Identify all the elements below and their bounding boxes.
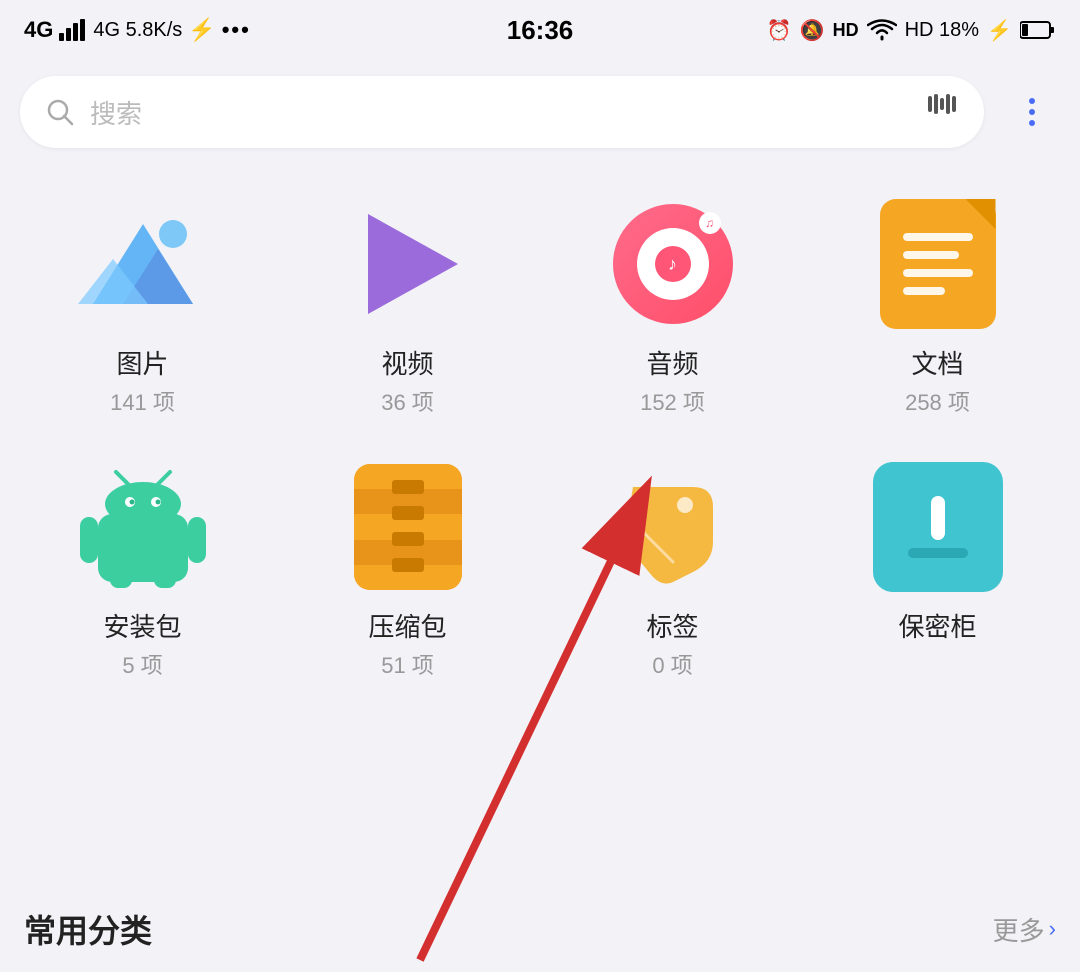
zip-icon — [354, 464, 462, 590]
grid-item-apk[interactable]: 安装包 5 项 — [20, 457, 265, 680]
zip-icon-wrapper — [338, 457, 478, 597]
audio-badge: ♫ — [699, 212, 721, 234]
battery-icon — [1020, 20, 1056, 40]
search-icon — [44, 96, 76, 128]
signal-bars-icon — [59, 19, 87, 41]
doc-line-1 — [903, 233, 973, 241]
video-count: 36 项 — [381, 385, 434, 417]
photo-count: 141 项 — [110, 385, 175, 417]
zip-count: 51 项 — [381, 648, 434, 680]
safe-bar — [931, 496, 945, 540]
status-time: 16:36 — [507, 15, 574, 46]
audio-icon: ♪ ♫ — [613, 204, 733, 324]
tag-label: 标签 — [646, 607, 698, 644]
more-label: 更多 — [993, 911, 1045, 948]
status-right: ⏰ 🔕 HD HD 18% ⚡ — [767, 18, 1056, 43]
bottom-section: 常用分类 更多 › — [0, 876, 1080, 972]
grid-item-photo[interactable]: 图片 141 项 — [20, 194, 265, 417]
doc-corner — [966, 199, 996, 229]
safe-label: 保密柜 — [898, 607, 976, 644]
audio-inner-ring: ♪ — [637, 228, 709, 300]
doc-line-3 — [903, 269, 973, 277]
search-placeholder-text: 搜索 — [90, 94, 910, 131]
doc-icon — [880, 199, 996, 329]
doc-line-2 — [903, 251, 959, 259]
photo-icon — [73, 204, 213, 324]
dots-status: ••• — [222, 17, 251, 43]
video-icon — [348, 204, 468, 324]
audio-icon-wrapper: ♪ ♫ — [603, 194, 743, 334]
grid-item-zip[interactable]: 压缩包 51 项 — [285, 457, 530, 680]
photo-label: 图片 — [116, 344, 168, 381]
section-title: 常用分类 — [24, 906, 152, 952]
apk-icon-wrapper — [73, 457, 213, 597]
doc-lines — [903, 233, 973, 295]
usb-icon: ⚡ — [188, 17, 215, 43]
grid-item-audio[interactable]: ♪ ♫ 音频 152 项 — [550, 194, 795, 417]
doc-label: 文档 — [911, 344, 963, 381]
safe-icon — [873, 462, 1003, 592]
chevron-right-icon: › — [1049, 916, 1056, 942]
doc-line-4 — [903, 287, 945, 295]
battery-percent: HD 18% — [905, 19, 979, 42]
audio-count: 152 项 — [640, 385, 705, 417]
safe-icon-wrapper — [868, 457, 1008, 597]
three-dots-icon — [1029, 98, 1035, 126]
grid-item-doc[interactable]: 文档 258 项 — [815, 194, 1060, 417]
audio-label: 音频 — [646, 344, 698, 381]
grid-container: 图片 141 项 视频 36 项 ♪ — [20, 194, 1060, 680]
apk-count: 5 项 — [122, 648, 162, 680]
apk-label: 安装包 — [103, 607, 181, 644]
audio-center: ♪ — [655, 246, 691, 282]
signal-icon: 4G — [24, 17, 53, 43]
doc-count: 258 项 — [905, 385, 970, 417]
wifi-icon — [867, 19, 897, 41]
more-link[interactable]: 更多 › — [993, 911, 1056, 948]
tag-icon — [613, 467, 733, 587]
safe-base — [908, 548, 968, 558]
status-left: 4G 4G 5.8K/s ⚡ ••• — [24, 17, 251, 43]
lightning-icon: ⚡ — [987, 18, 1012, 43]
tag-icon-wrapper — [603, 457, 743, 597]
search-bar[interactable]: 搜索 — [20, 76, 984, 148]
status-bar: 4G 4G 5.8K/s ⚡ ••• 16:36 ⏰ 🔕 HD HD 18% ⚡ — [0, 0, 1080, 60]
grid-item-safe[interactable]: 保密柜 — [815, 457, 1060, 680]
speed-indicator: 4G 5.8K/s — [93, 19, 182, 42]
zip-label: 压缩包 — [368, 607, 446, 644]
photo-icon-wrapper — [73, 194, 213, 334]
doc-icon-wrapper — [868, 194, 1008, 334]
grid-item-tag[interactable]: 标签 0 项 — [550, 457, 795, 680]
video-icon-wrapper — [338, 194, 478, 334]
video-label: 视频 — [381, 344, 433, 381]
mute-icon: 🔕 — [800, 18, 825, 43]
category-grid: 图片 141 项 视频 36 项 ♪ — [0, 164, 1080, 700]
grid-item-video[interactable]: 视频 36 项 — [285, 194, 530, 417]
apk-android-icon — [78, 462, 208, 592]
overflow-menu-button[interactable] — [1004, 84, 1060, 140]
zip-teeth — [392, 480, 424, 572]
hd-label: HD — [833, 20, 859, 41]
tag-count: 0 项 — [652, 648, 692, 680]
search-container: 搜索 — [0, 60, 1080, 164]
alarm-icon: ⏰ — [767, 18, 792, 43]
voice-search-icon[interactable] — [924, 94, 960, 131]
